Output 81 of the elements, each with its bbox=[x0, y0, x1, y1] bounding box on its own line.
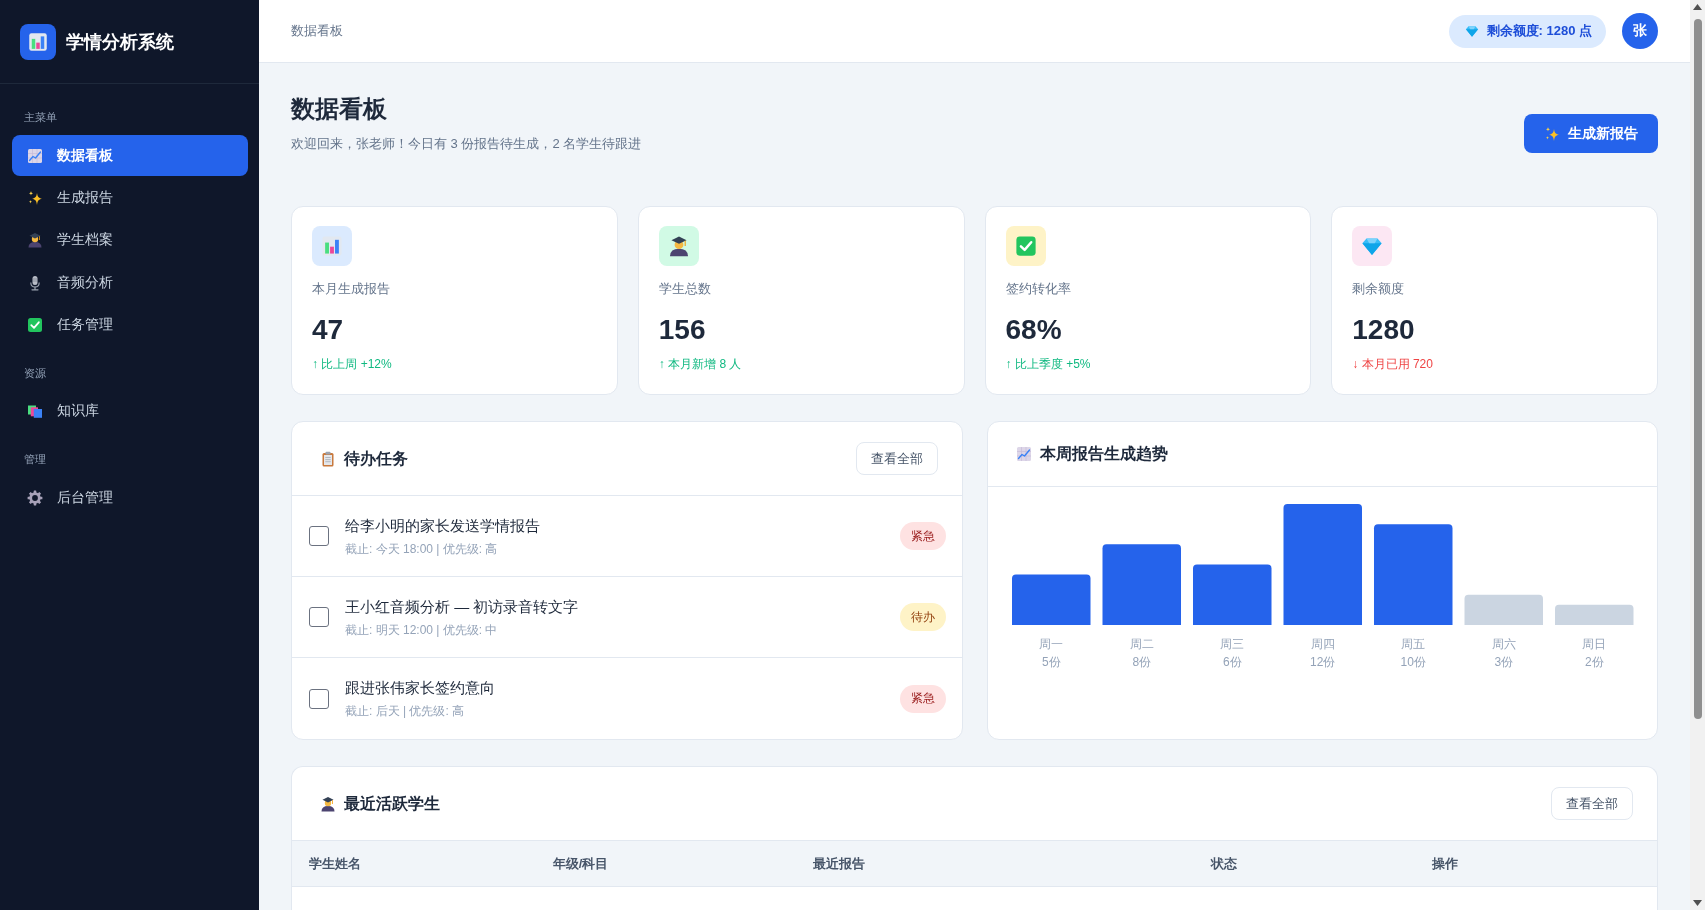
nav-item[interactable]: 学生档案 bbox=[12, 219, 248, 261]
value-label: 3份 bbox=[1493, 654, 1513, 669]
task-meta: 截止: 明天 12:00 | 优先级: 中 bbox=[345, 621, 499, 639]
logo-icon bbox=[20, 23, 56, 60]
stat-change: ↑ 比上周 +12% bbox=[312, 356, 392, 372]
stat-value: 47 bbox=[312, 313, 344, 347]
task-title: 王小红音频分析 — 初访录音转文字 bbox=[345, 596, 580, 617]
value-label: 6份 bbox=[1222, 654, 1242, 669]
nav-section-label: 管理 bbox=[23, 452, 47, 468]
nav-section-label: 资源 bbox=[23, 365, 47, 381]
stat-value: 1280 bbox=[1352, 313, 1415, 347]
breadcrumb: 数据看板 bbox=[291, 22, 343, 40]
panel-title: 待办任务 bbox=[344, 448, 408, 469]
panel-title: 最近活跃学生 bbox=[344, 793, 440, 814]
user-avatar[interactable]: 张 bbox=[1622, 13, 1658, 49]
value-label: 2份 bbox=[1584, 654, 1604, 669]
nav-item[interactable]: 音频分析 bbox=[12, 262, 248, 304]
nav-section-label: 主菜单 bbox=[23, 110, 58, 125]
stat-change: ↑ 比上季度 +5% bbox=[1005, 356, 1091, 372]
column-header: 年级/科目 bbox=[551, 854, 610, 873]
task-checkbox[interactable] bbox=[309, 607, 329, 627]
sparkles-icon bbox=[27, 189, 43, 206]
task-title: 跟进张伟家长签约意向 bbox=[345, 678, 496, 698]
page-subtitle: 欢迎回来，张老师！今日有 3 份报告待生成，2 名学生待跟进 bbox=[291, 135, 642, 153]
graduate-icon bbox=[27, 232, 43, 249]
value-label: 5份 bbox=[1041, 654, 1061, 669]
axis-label: 周五 bbox=[1400, 636, 1425, 651]
panel-title: 本周报告生成趋势 bbox=[1039, 444, 1168, 464]
view-all-button[interactable]: 查看全部 bbox=[1551, 787, 1633, 820]
nav-item[interactable]: 后台管理 bbox=[12, 477, 248, 519]
stat-value: 68% bbox=[1005, 313, 1062, 347]
task-title: 给李小明的家长发送学情报告 bbox=[345, 515, 541, 536]
generate-report-button[interactable]: 生成新报告 bbox=[1524, 114, 1658, 153]
nav-item[interactable]: 知识库 bbox=[12, 390, 248, 432]
nav-item[interactable]: 数据看板 bbox=[12, 135, 248, 176]
task-checkbox[interactable] bbox=[309, 526, 329, 546]
task-meta: 截止: 今天 18:00 | 优先级: 高 bbox=[345, 540, 499, 558]
stat-change: ↓ 本月已用 720 bbox=[1352, 356, 1433, 372]
scrollbar-thumb[interactable] bbox=[1693, 19, 1702, 719]
books-icon bbox=[27, 403, 43, 420]
microphone-icon bbox=[27, 274, 43, 291]
task-meta: 截止: 后天 | 优先级: 高 bbox=[345, 703, 466, 720]
stat-value: 156 bbox=[658, 313, 706, 347]
column-header: 操作 bbox=[1431, 854, 1460, 873]
value-label: 8份 bbox=[1131, 654, 1151, 669]
value-label: 12份 bbox=[1309, 654, 1335, 669]
nav-item[interactable]: 生成报告 bbox=[12, 177, 248, 219]
graduate-icon bbox=[320, 795, 336, 812]
axis-label: 周四 bbox=[1310, 636, 1335, 651]
stat-label: 签约转化率 bbox=[1005, 280, 1071, 298]
axis-label: 周六 bbox=[1491, 636, 1516, 651]
column-header: 状态 bbox=[1209, 854, 1239, 873]
axis-label: 周一 bbox=[1038, 636, 1063, 651]
clipboard-icon bbox=[320, 450, 336, 467]
priority-badge: 紧急 bbox=[899, 522, 946, 550]
priority-badge: 待办 bbox=[899, 603, 946, 631]
check-box-icon bbox=[27, 317, 43, 334]
stat-label: 学生总数 bbox=[658, 280, 711, 298]
line-chart-icon bbox=[27, 147, 43, 164]
scroll-up-icon[interactable] bbox=[1693, 4, 1702, 10]
nav-item[interactable]: 任务管理 bbox=[12, 304, 248, 346]
priority-badge: 紧急 bbox=[899, 684, 946, 713]
view-all-button[interactable]: 查看全部 bbox=[855, 442, 938, 475]
axis-label: 周日 bbox=[1581, 636, 1606, 651]
page-title: 数据看板 bbox=[291, 94, 388, 124]
column-header: 最近报告 bbox=[811, 854, 866, 873]
sparkles-icon bbox=[1544, 125, 1560, 142]
stat-label: 本月生成报告 bbox=[312, 280, 390, 298]
value-label: 10份 bbox=[1400, 654, 1426, 669]
stat-change: ↑ 本月新增 8 人 bbox=[658, 356, 742, 372]
axis-label: 周三 bbox=[1219, 636, 1244, 651]
gem-icon bbox=[1464, 24, 1479, 38]
line-chart-icon bbox=[1015, 446, 1032, 462]
axis-label: 周二 bbox=[1129, 636, 1154, 651]
stat-label: 剩余额度 bbox=[1352, 280, 1405, 298]
column-header: 学生姓名 bbox=[308, 854, 362, 873]
quota-text: 剩余额度: 1280 点 bbox=[1486, 22, 1592, 40]
app-title: 学情分析系统 bbox=[66, 30, 174, 54]
gear-icon bbox=[27, 489, 43, 506]
task-checkbox[interactable] bbox=[309, 688, 329, 709]
scroll-down-icon[interactable] bbox=[1693, 900, 1702, 906]
